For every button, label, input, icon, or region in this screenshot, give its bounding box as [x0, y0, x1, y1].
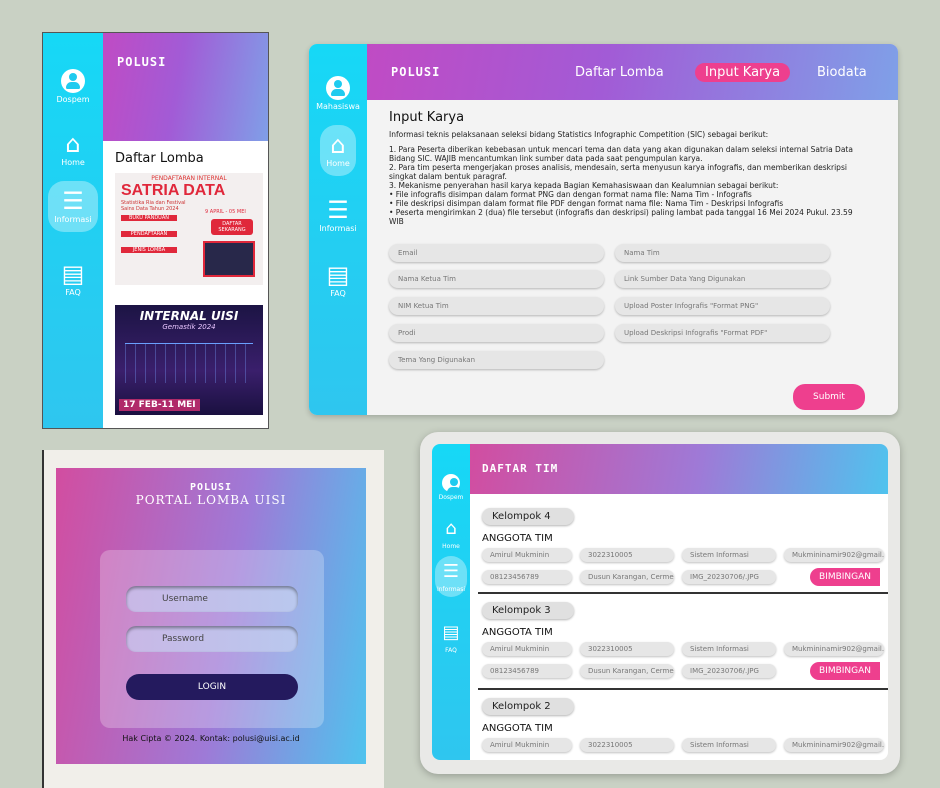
group-name: Kelompok 3	[482, 602, 574, 619]
info-icon: ☰	[62, 187, 84, 215]
panel-daftar-tim: Dospem ⌂ Home ☰ Informasi ▤ FAQ DAFTAR T…	[420, 432, 900, 774]
group-block: Kelompok 4 ANGGOTA TIM Amirul Mukminin 3…	[482, 504, 888, 586]
panel-mobile-home: Dospem ⌂ Home ☰ Informasi ▤ FAQ POLUSI D…	[42, 32, 269, 429]
upload-poster-field[interactable]: Upload Poster Infografis "Format PNG"	[615, 297, 830, 315]
sidebar-item-home[interactable]: ⌂ Home	[61, 132, 85, 167]
group-block: Kelompok 3 ANGGOTA TIM Amirul Mukminin 3…	[482, 598, 888, 680]
sidebar: Mahasiswa ⌂ Home ☰ Informasi ▤ FAQ	[309, 44, 367, 415]
app-title: POLUSI	[117, 55, 167, 69]
sidebar: Dospem ⌂ Home ☰ Informasi ▤ FAQ	[43, 33, 103, 428]
home-icon: ⌂	[330, 131, 346, 159]
laptop-illustration	[203, 241, 255, 277]
member-row: 08123456789 Dusun Karangan, Cerme IMG_20…	[482, 662, 888, 680]
member-row: Amirul Mukminin 3022310005 Sistem Inform…	[482, 642, 888, 656]
sidebar-item-dospem[interactable]: Dospem	[439, 474, 463, 501]
home-icon: ⌂	[445, 518, 457, 539]
sidebar-item-informasi[interactable]: ☰ Informasi	[48, 181, 98, 232]
user-icon	[326, 76, 350, 100]
bimbingan-button[interactable]: BIMBINGAN	[810, 662, 880, 680]
info-rules: 1. Para Peserta diberikan kebebasan untu…	[389, 145, 853, 226]
info-icon: ☰	[442, 561, 460, 582]
bimbingan-button[interactable]: BIMBINGAN	[810, 568, 880, 586]
page-title: DAFTAR TIM	[482, 462, 559, 475]
panel-login-frame: POLUSI PORTAL LOMBA UISI Username Passwo…	[42, 450, 384, 788]
anggota-label: ANGGOTA TIM	[482, 627, 553, 638]
sidebar-item-home[interactable]: ⌂ Home	[442, 517, 460, 550]
login-subtitle: PORTAL LOMBA UISI	[135, 493, 287, 507]
poster-satria-data[interactable]: PENDAFTARAN INTERNAL SATRIA DATA Statist…	[115, 173, 263, 285]
header-banner: POLUSI	[103, 33, 268, 141]
sidebar-item-informasi[interactable]: ☰ Informasi	[434, 556, 468, 597]
section-title: Daftar Lomba	[115, 151, 204, 166]
user-icon	[441, 474, 461, 494]
login-button[interactable]: LOGIN	[126, 674, 298, 700]
group-block: Kelompok 2 ANGGOTA TIM Amirul Mukminin 3…	[482, 694, 888, 752]
tema-field[interactable]: Tema Yang Digunakan	[389, 351, 604, 369]
nama-ketua-field[interactable]: Nama Ketua Tim	[389, 270, 604, 288]
login-footer: Hak Cipta © 2024. Kontak: polusi@uisi.ac…	[122, 734, 300, 743]
sidebar-item-mahasiswa[interactable]: Mahasiswa	[316, 76, 360, 111]
user-icon	[60, 69, 85, 93]
login-app-title: POLUSI	[189, 482, 233, 493]
nav-daftar-lomba[interactable]: Daftar Lomba	[575, 65, 664, 80]
password-input[interactable]: Password	[126, 626, 298, 652]
group-divider	[478, 592, 888, 594]
chat-icon: ▤	[442, 622, 460, 643]
anggota-label: ANGGOTA TIM	[482, 533, 553, 544]
home-icon: ⌂	[65, 130, 81, 158]
submit-button[interactable]: Submit	[793, 384, 865, 410]
page-heading: Input Karya	[389, 110, 465, 125]
nim-ketua-field[interactable]: NIM Ketua Tim	[389, 297, 604, 315]
email-field[interactable]: Email	[389, 244, 604, 262]
top-navbar: POLUSI Daftar Lomba Input Karya Biodata	[367, 44, 898, 100]
group-name: Kelompok 2	[482, 698, 574, 715]
sidebar-item-dospem[interactable]: Dospem	[56, 69, 90, 104]
group-name: Kelompok 4	[482, 508, 574, 525]
poster-gemastik[interactable]: INTERNAL UISI Gemastik 2024 17 FEB-11 ME…	[115, 305, 263, 415]
prodi-field[interactable]: Prodi	[389, 324, 604, 342]
sidebar-item-faq[interactable]: ▤ FAQ	[62, 262, 85, 297]
sidebar-item-faq[interactable]: ▤ FAQ	[327, 263, 350, 298]
login-background: POLUSI PORTAL LOMBA UISI Username Passwo…	[56, 468, 366, 764]
member-row: Amirul Mukminin 3022310005 Sistem Inform…	[482, 738, 888, 752]
panel-input-karya: Mahasiswa ⌂ Home ☰ Informasi ▤ FAQ POLUS…	[309, 44, 898, 415]
group-divider	[478, 688, 888, 690]
info-intro: Informasi teknis pelaksanaan seleksi bid…	[389, 130, 769, 139]
nav-input-karya[interactable]: Input Karya	[695, 62, 791, 82]
header-banner: DAFTAR TIM	[470, 444, 888, 494]
grid-illustration	[125, 343, 253, 383]
nama-tim-field[interactable]: Nama Tim	[615, 244, 830, 262]
sidebar-item-faq[interactable]: ▤ FAQ	[442, 621, 459, 654]
member-row: 08123456789 Dusun Karangan, Cerme IMG_20…	[482, 568, 888, 586]
tablet-screen: Dospem ⌂ Home ☰ Informasi ▤ FAQ DAFTAR T…	[432, 444, 888, 760]
member-row: Amirul Mukminin 3022310005 Sistem Inform…	[482, 548, 888, 562]
nav-biodata[interactable]: Biodata	[817, 65, 867, 80]
chat-icon: ▤	[326, 261, 350, 289]
username-input[interactable]: Username	[126, 586, 298, 612]
sidebar-item-informasi[interactable]: ☰ Informasi	[319, 198, 356, 233]
anggota-label: ANGGOTA TIM	[482, 723, 553, 734]
sidebar: Dospem ⌂ Home ☰ Informasi ▤ FAQ	[432, 444, 470, 760]
chat-icon: ▤	[61, 260, 85, 288]
app-title: POLUSI	[391, 65, 441, 79]
link-sumber-field[interactable]: Link Sumber Data Yang Digunakan	[615, 270, 830, 288]
upload-deskripsi-field[interactable]: Upload Deskripsi Infografis "Format PDF"	[615, 324, 830, 342]
sidebar-item-home[interactable]: ⌂ Home	[320, 125, 356, 176]
login-card: Username Password LOGIN	[100, 550, 324, 728]
info-icon: ☰	[327, 196, 349, 224]
